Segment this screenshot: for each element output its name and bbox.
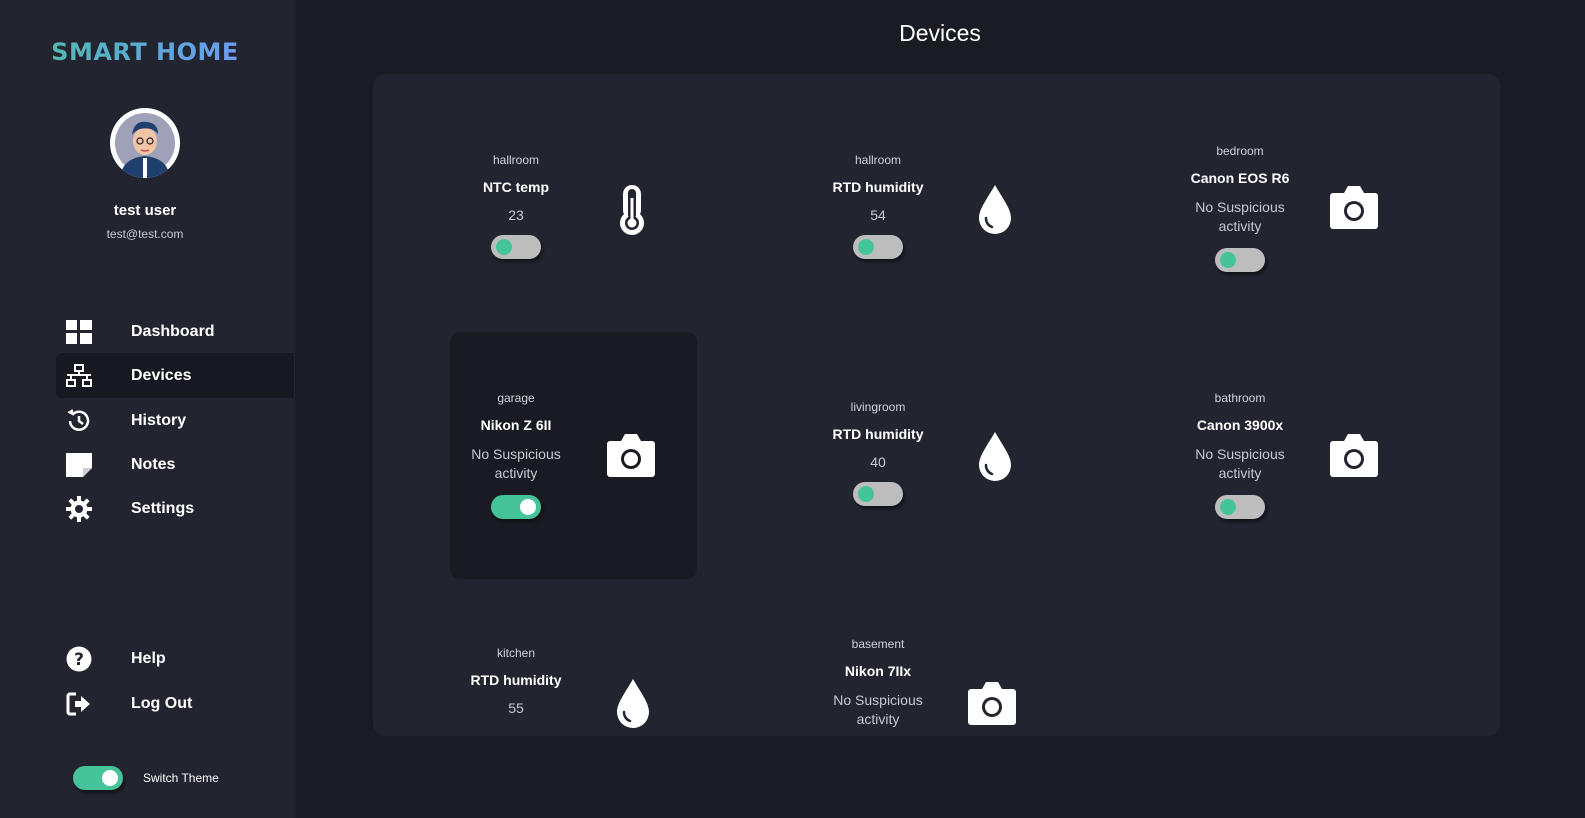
droplet-icon	[975, 184, 1015, 236]
device-toggle[interactable]	[1215, 248, 1265, 272]
device-room: hallroom	[854, 153, 902, 167]
device-room: garage	[497, 391, 535, 405]
device-name: Nikon Z 6II	[480, 417, 552, 433]
toggle-knob	[858, 239, 874, 255]
nav-item-devices[interactable]: Devices	[56, 353, 294, 398]
sidebar: SMART HOME test user test@test.com Dashb…	[0, 0, 295, 818]
device-name: Canon EOS R6	[1190, 170, 1290, 186]
device-room: basement	[851, 637, 905, 651]
nav-item-notes[interactable]: Notes	[56, 442, 294, 487]
droplet-icon	[975, 431, 1015, 483]
device-info: bedroom Canon EOS R6 No Suspicious activ…	[1174, 144, 1306, 272]
camera-icon	[1328, 432, 1380, 478]
device-toggle[interactable]	[491, 235, 541, 259]
device-card-selected[interactable]: garage Nikon Z 6II No Suspicious activit…	[450, 332, 697, 579]
device-value: 54	[870, 207, 886, 223]
user-email: test@test.com	[106, 227, 184, 241]
device-toggle[interactable]	[1215, 495, 1265, 519]
avatar	[110, 108, 180, 178]
device-card: basement Nikon 7IIx No Suspicious activi…	[812, 574, 1059, 736]
device-name: Nikon 7IIx	[844, 663, 912, 679]
device-card: bedroom Canon EOS R6 No Suspicious activ…	[1174, 90, 1421, 337]
user-avatar-icon	[115, 113, 175, 178]
device-card: kitchen RTD humidity 55	[450, 574, 697, 736]
toggle-knob	[858, 486, 874, 502]
device-value: 55	[508, 700, 524, 716]
nav-item-settings[interactable]: Settings	[56, 486, 294, 531]
logout-icon	[66, 691, 92, 717]
svg-text:?: ?	[74, 650, 84, 670]
device-info: livingroom RTD humidity 40	[812, 400, 944, 506]
device-card: hallroom NTC temp 23	[450, 90, 697, 337]
camera-icon	[1328, 184, 1380, 230]
nav-item-help[interactable]: ? Help	[56, 636, 294, 681]
droplet-icon	[613, 678, 653, 730]
device-status: No Suspicious activity	[833, 692, 923, 727]
note-icon	[66, 452, 92, 478]
network-icon	[66, 363, 92, 389]
device-info: basement Nikon 7IIx No Suspicious activi…	[812, 637, 944, 729]
nav-label-help: Help	[131, 649, 166, 667]
device-name: NTC temp	[482, 179, 550, 195]
device-value: 23	[508, 207, 524, 223]
device-room: bathroom	[1214, 391, 1266, 405]
nav-item-history[interactable]: History	[56, 398, 294, 443]
nav-label-settings: Settings	[131, 499, 195, 517]
toggle-knob	[102, 770, 118, 786]
device-status: No Suspicious activity	[1195, 446, 1285, 481]
nav-label-devices: Devices	[131, 366, 192, 384]
user-name: test user	[113, 202, 177, 219]
device-toggle[interactable]	[853, 482, 903, 506]
device-name: Canon 3900x	[1196, 417, 1284, 433]
camera-icon	[966, 680, 1018, 726]
device-info: hallroom NTC temp 23	[450, 153, 582, 259]
device-value: 40	[870, 454, 886, 470]
nav-label-logout: Log Out	[131, 694, 193, 712]
toggle-knob	[520, 499, 536, 515]
toggle-knob	[1220, 252, 1236, 268]
devices-panel: hallroom NTC temp 23 hallroom RTD humidi…	[373, 74, 1500, 736]
nav-item-dashboard[interactable]: Dashboard	[56, 309, 294, 354]
device-room: kitchen	[496, 646, 536, 660]
device-room: bedroom	[1216, 144, 1264, 158]
device-status: No Suspicious activity	[1195, 199, 1285, 234]
device-room: livingroom	[850, 400, 906, 414]
device-card: livingroom RTD humidity 40	[812, 332, 1059, 579]
page-title: Devices	[899, 20, 981, 46]
nav-label-dashboard: Dashboard	[131, 322, 215, 340]
toggle-knob	[1220, 499, 1236, 515]
device-status: No Suspicious activity	[471, 446, 561, 481]
history-icon	[66, 408, 92, 434]
theme-label: Switch Theme	[143, 771, 219, 785]
help-icon: ?	[66, 646, 92, 672]
device-name: RTD humidity	[470, 672, 562, 688]
toggle-knob	[496, 239, 512, 255]
device-name: RTD humidity	[832, 426, 924, 442]
thermometer-icon	[614, 184, 650, 236]
device-info: hallroom RTD humidity 54	[812, 153, 944, 259]
nav-item-logout[interactable]: Log Out	[56, 681, 294, 726]
device-name: RTD humidity	[832, 179, 924, 195]
device-card: hallroom RTD humidity 54	[812, 90, 1059, 337]
gear-icon	[66, 495, 92, 522]
device-info: bathroom Canon 3900x No Suspicious activ…	[1174, 391, 1306, 519]
brand-logo: SMART HOME	[0, 38, 290, 66]
device-toggle[interactable]	[853, 235, 903, 259]
device-info: kitchen RTD humidity 55	[450, 646, 582, 716]
camera-icon	[605, 432, 657, 478]
device-room: hallroom	[492, 153, 540, 167]
device-info: garage Nikon Z 6II No Suspicious activit…	[450, 391, 582, 519]
device-toggle[interactable]	[491, 495, 541, 519]
nav-label-history: History	[131, 411, 187, 429]
device-card: bathroom Canon 3900x No Suspicious activ…	[1174, 332, 1421, 579]
theme-switch-row: Switch Theme	[73, 766, 219, 790]
nav-label-notes: Notes	[131, 455, 176, 473]
grid-icon	[66, 319, 92, 345]
theme-toggle[interactable]	[73, 766, 123, 790]
